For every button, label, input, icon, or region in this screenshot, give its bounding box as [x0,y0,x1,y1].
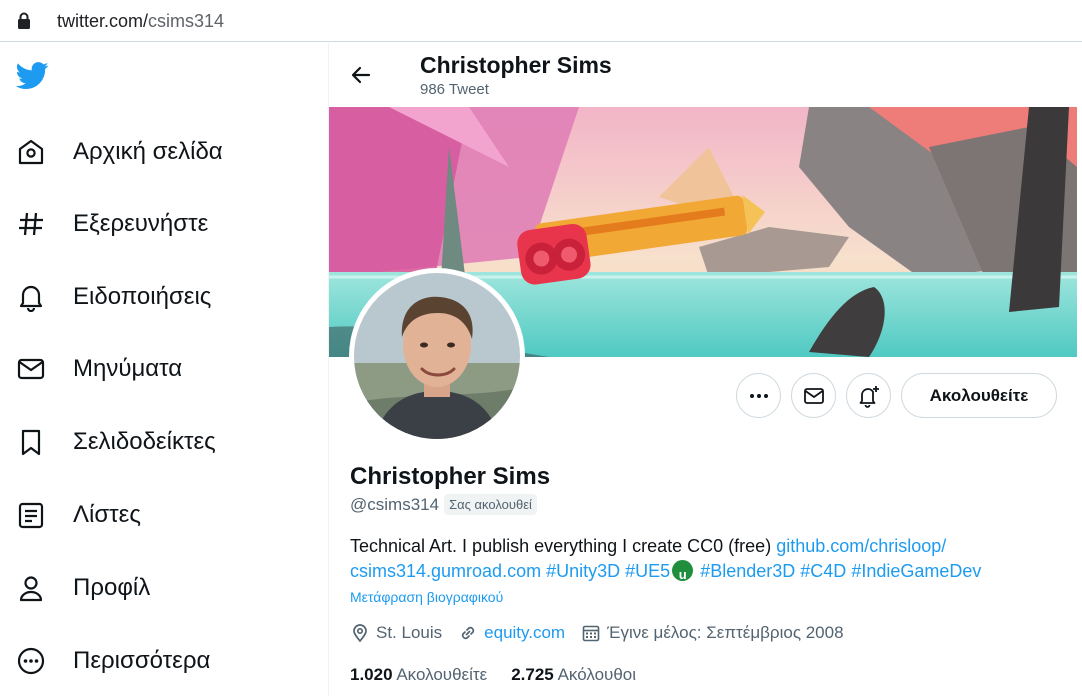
profile-meta: St. Louis equity.com Έγινε μέλος: Σεπτέμ… [350,623,860,643]
nav-item-label: Εξερευνήστε [73,210,209,237]
followers-count: 2.725 [511,665,554,684]
follow-stats: 1.020 Ακολουθείτε 2.725 Ακόλουθοι [350,665,660,685]
profile-header: Christopher Sims 986 Tweet [329,43,1077,107]
bell-plus-icon [859,385,879,408]
address-bar[interactable]: twitter.com/csims314 [0,0,1082,42]
list-icon [18,502,44,529]
tweet-count: 986 Tweet [420,81,489,98]
nav-item-lists[interactable]: Λίστες [0,487,300,543]
nav-item-messages[interactable]: Μηνύματα [0,341,300,397]
sidebar-nav: Αρχική σελίδα Εξερευνήστε Ειδοποιήσεις Μ… [0,43,328,696]
nav-item-notifications[interactable]: Ειδοποιήσεις [0,269,300,325]
location-text: St. Louis [376,623,443,642]
website-link[interactable]: equity.com [484,623,565,643]
joined-item: Έγινε μέλος: Σεπτέμβριος 2008 [581,623,844,643]
following-button[interactable]: Ακολουθείτε [901,373,1057,418]
hashtag-unity3d[interactable]: #Unity3D [546,561,620,581]
profile-main: Christopher Sims 986 Tweet Ακολουθείτε C… [329,43,1077,696]
nav-item-explore[interactable]: Εξερευνήστε [0,196,300,252]
follows-you-badge: Σας ακολουθεί [444,494,537,515]
bookmark-icon [21,429,41,456]
message-button[interactable] [791,373,836,418]
lock-icon [18,12,30,29]
handle-row: @csims314 Σας ακολουθεί [350,494,537,515]
nav-item-label: Προφίλ [73,574,151,601]
mail-icon [803,387,824,404]
calendar-icon [582,625,600,642]
nav-item-label: Ειδοποιήσεις [73,283,212,310]
profile-avatar[interactable] [349,268,525,444]
translate-bio-link[interactable]: Μετάφραση βιογραφικού [350,589,503,605]
unreal-engine-emoji-icon: u [672,560,694,582]
hashtag-c4d[interactable]: #C4D [800,561,846,581]
profile-name: Christopher Sims [350,463,551,490]
location-item: St. Louis [350,623,442,643]
back-arrow-icon[interactable] [349,63,373,87]
nav-item-label: Περισσότερα [73,647,211,674]
hashtag-indiegamedev[interactable]: #IndieGameDev [851,561,981,581]
link-icon [462,626,475,640]
bio-link-gumroad[interactable]: csims314.gumroad.com [350,561,541,581]
nav-item-label: Μηνύματα [73,355,183,382]
more-horizontal-icon [749,393,768,398]
profile-handle: @csims314 [350,494,440,514]
followers-label: Ακόλουθοι [557,665,637,684]
following-stat[interactable]: 1.020 Ακολουθείτε [350,665,487,685]
profile-bio: Technical Art. I publish everything I cr… [350,534,1050,584]
nav-item-label: Λίστες [73,501,141,528]
joined-text: Έγινε μέλος: Σεπτέμβριος 2008 [607,623,844,642]
nav-item-more[interactable]: Περισσότερα [0,633,300,689]
twitter-logo-icon[interactable] [14,59,51,92]
bell-icon [19,285,43,312]
more-options-button[interactable] [736,373,781,418]
hashtag-blender3d[interactable]: #Blender3D [700,561,795,581]
mail-icon [17,358,45,380]
nav-item-label: Σελιδοδείκτες [73,428,216,455]
followers-stat[interactable]: 2.725 Ακόλουθοι [511,665,636,685]
more-icon [17,647,45,675]
avatar-photo [354,273,520,439]
bio-link-github[interactable]: github.com/chrisloop/ [776,536,946,556]
url-text[interactable]: twitter.com/csims314 [57,11,224,32]
following-label: Ακολουθείτε [396,665,488,684]
hashtag-icon [19,212,43,236]
location-pin-icon [353,624,367,643]
person-icon [19,576,43,602]
header-name: Christopher Sims [420,52,612,78]
following-count: 1.020 [350,665,393,684]
nav-item-label: Αρχική σελίδα [73,138,223,165]
home-icon [18,139,44,165]
nav-item-home[interactable]: Αρχική σελίδα [0,124,300,180]
hashtag-ue5[interactable]: #UE5 [625,561,670,581]
nav-item-profile[interactable]: Προφίλ [0,560,300,616]
bio-text: Technical Art. I publish everything I cr… [350,536,777,556]
website-item: equity.com [458,623,565,643]
notify-button[interactable] [846,373,891,418]
nav-item-bookmarks[interactable]: Σελιδοδείκτες [0,414,300,470]
